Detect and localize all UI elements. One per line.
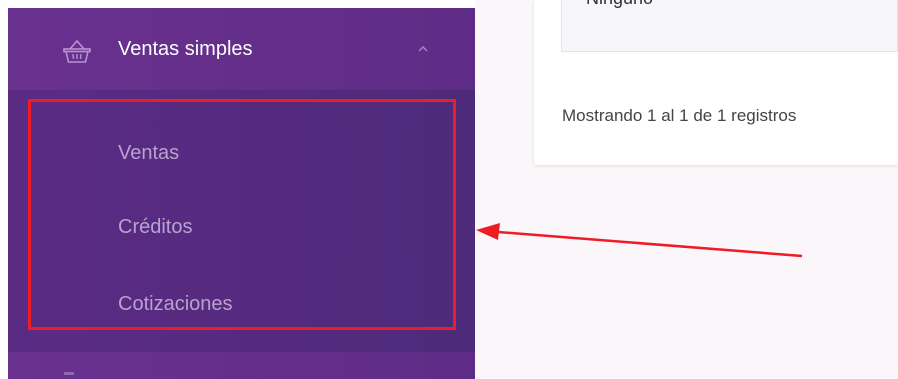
submenu: Ventas Créditos Cotizaciones [8,90,475,352]
table-card: Ninguno Mostrando 1 al 1 de 1 registros [534,0,898,165]
sidebar-item-next[interactable] [8,352,475,379]
sidebar: Ventas simples Ventas Créditos Cotizacio… [8,8,475,379]
submenu-item-creditos[interactable]: Créditos [118,216,192,239]
submenu-item-ventas[interactable]: Ventas [118,142,179,165]
submenu-item-cotizaciones[interactable]: Cotizaciones [118,293,233,316]
cell-value: Ninguno [586,0,653,9]
table-cell: Ninguno [561,0,898,52]
sidebar-item-ventas-simples[interactable]: Ventas simples [8,8,475,90]
sidebar-item-label: Ventas simples [118,38,253,60]
menu-item-icon [64,372,74,375]
records-info: Mostrando 1 al 1 de 1 registros [562,106,797,125]
chevron-up-icon[interactable] [417,45,429,53]
basket-icon [63,39,91,63]
main-content: Ninguno Mostrando 1 al 1 de 1 registros [475,0,898,379]
